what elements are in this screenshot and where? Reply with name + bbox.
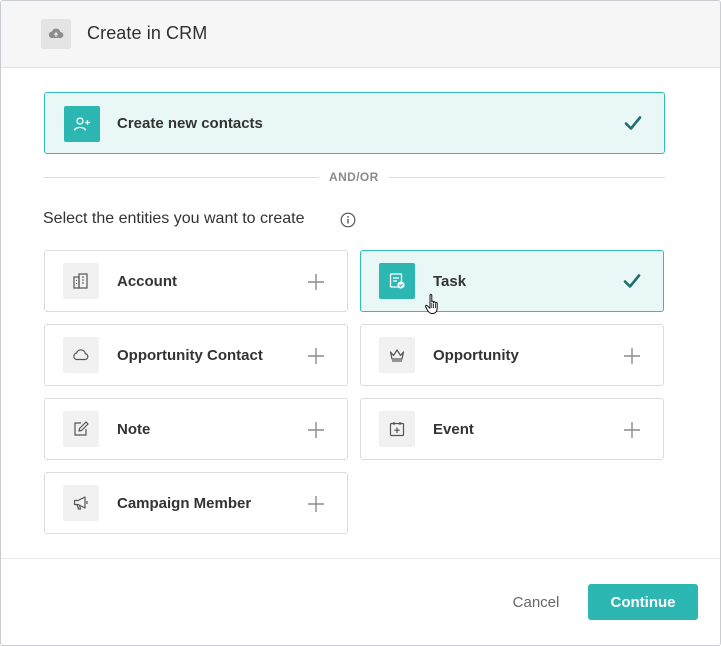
cancel-button[interactable]: Cancel: [498, 584, 574, 620]
entity-opportunity[interactable]: Opportunity: [360, 324, 664, 386]
info-icon[interactable]: [340, 212, 356, 228]
footer-divider: [1, 558, 720, 559]
entity-label: Account: [117, 273, 177, 290]
entity-label: Campaign Member: [117, 495, 252, 512]
plus-icon: [308, 422, 324, 438]
crown-icon: [379, 337, 415, 373]
entity-opportunity-contact[interactable]: Opportunity Contact: [44, 324, 348, 386]
plus-icon: [308, 274, 324, 290]
create-in-crm-dialog: Create in CRM Create new contacts AND/OR…: [0, 0, 721, 646]
continue-button[interactable]: Continue: [588, 584, 698, 620]
checkmark-icon: [623, 274, 641, 288]
task-icon: [379, 263, 415, 299]
plus-icon: [624, 422, 640, 438]
entity-label: Note: [117, 421, 151, 438]
create-new-contacts-option[interactable]: Create new contacts: [44, 92, 665, 154]
and-or-separator: AND/OR: [319, 170, 389, 184]
section-title: Select the entities you want to create: [43, 210, 305, 227]
checkmark-icon: [624, 116, 642, 130]
plus-icon: [624, 348, 640, 364]
dialog-title: Create in CRM: [87, 23, 208, 43]
plus-icon: [308, 496, 324, 512]
entity-label: Event: [433, 421, 474, 438]
entity-label: Opportunity: [433, 347, 519, 364]
entity-label: Task: [433, 273, 467, 290]
add-user-icon: [64, 106, 100, 142]
calendar-plus-icon: [379, 411, 415, 447]
building-icon: [63, 263, 99, 299]
entity-label: Opportunity Contact: [117, 347, 263, 364]
megaphone-icon: [63, 485, 99, 521]
hand-pointer-cursor-icon: [424, 293, 438, 314]
note-edit-icon: [63, 411, 99, 447]
create-new-contacts-label: Create new contacts: [117, 115, 263, 132]
cloud-upload-icon: [41, 19, 71, 49]
entity-campaign-member[interactable]: Campaign Member: [44, 472, 348, 534]
dialog-header: Create in CRM: [1, 1, 720, 68]
cloud-icon: [63, 337, 99, 373]
entity-task[interactable]: Task: [360, 250, 664, 312]
entity-note[interactable]: Note: [44, 398, 348, 460]
entity-account[interactable]: Account: [44, 250, 348, 312]
plus-icon: [308, 348, 324, 364]
entity-event[interactable]: Event: [360, 398, 664, 460]
